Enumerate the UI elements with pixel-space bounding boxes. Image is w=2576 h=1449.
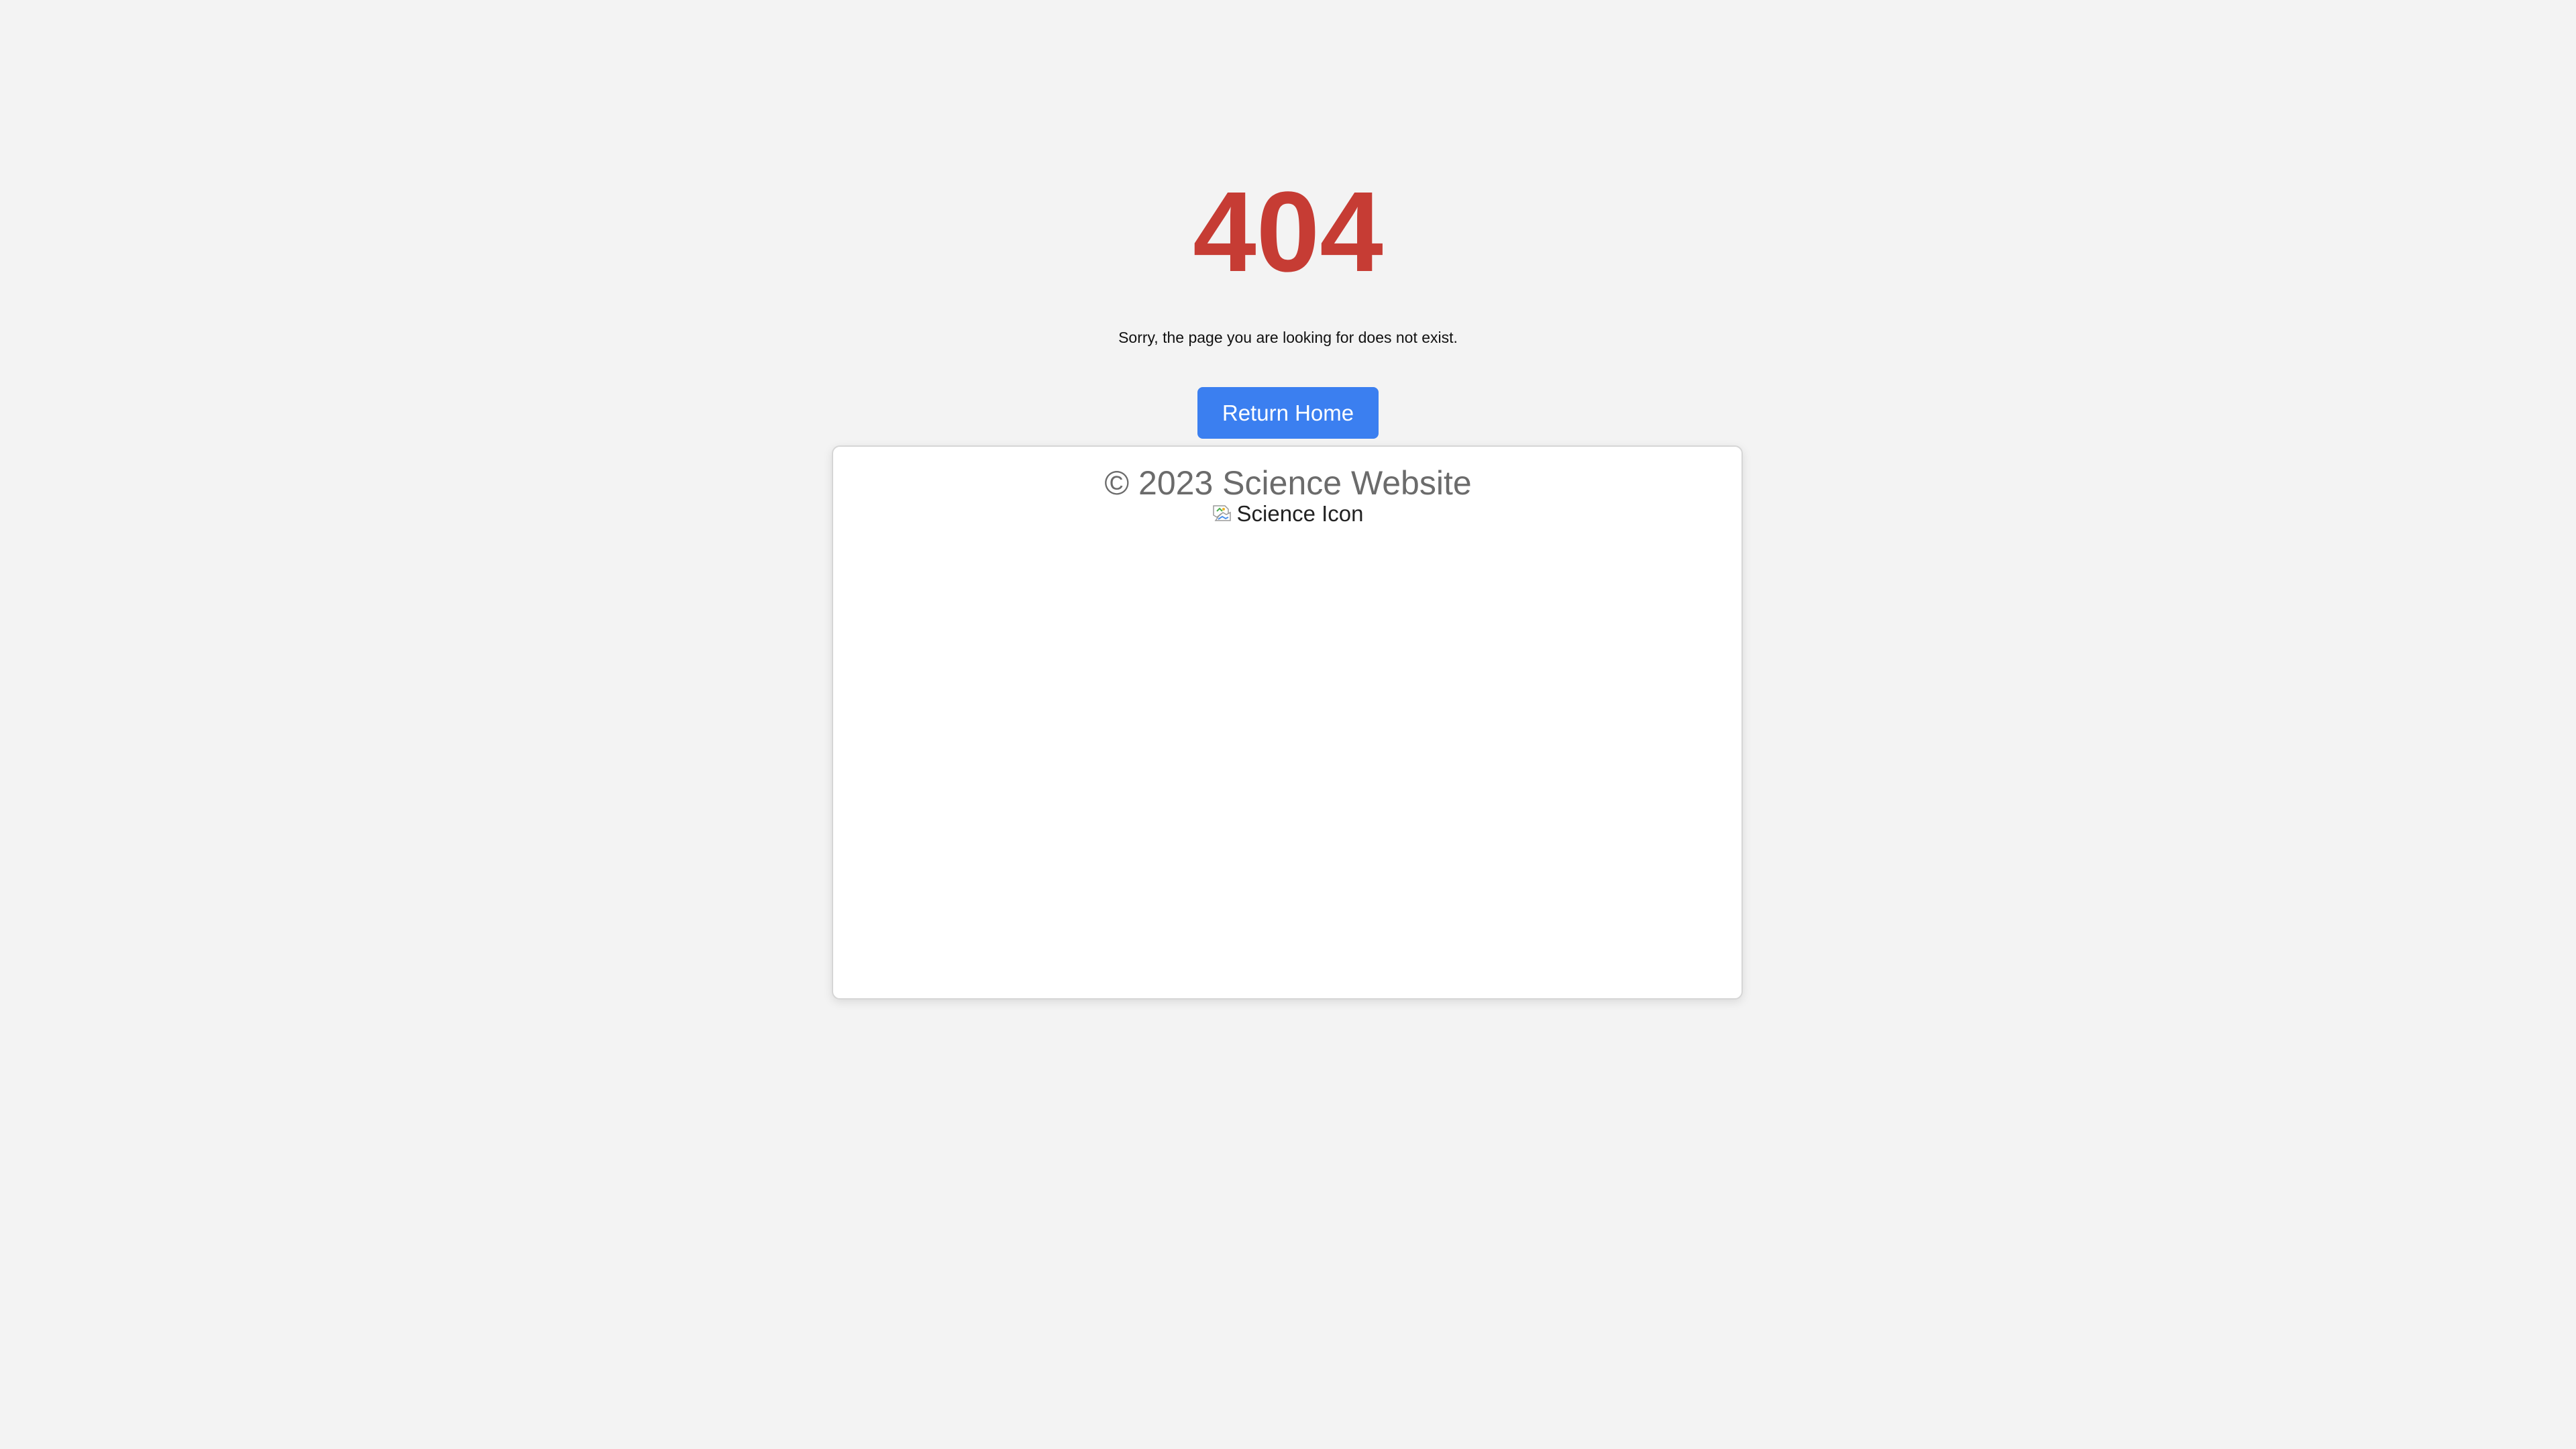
broken-image-icon	[1212, 503, 1233, 525]
error-message: Sorry, the page you are looking for does…	[1118, 329, 1458, 346]
footer-copyright: © 2023 Science Website	[1104, 464, 1472, 502]
science-icon-placeholder: Science Icon	[1212, 500, 1364, 527]
return-home-button[interactable]: Return Home	[1197, 387, 1379, 439]
science-icon-image: Science Icon	[833, 500, 1741, 547]
science-icon-alt-text: Science Icon	[1236, 501, 1364, 526]
button-row: Return Home	[0, 387, 2576, 439]
error-code: 404	[1193, 168, 1383, 296]
error-card: Science Icon	[832, 445, 1743, 1000]
